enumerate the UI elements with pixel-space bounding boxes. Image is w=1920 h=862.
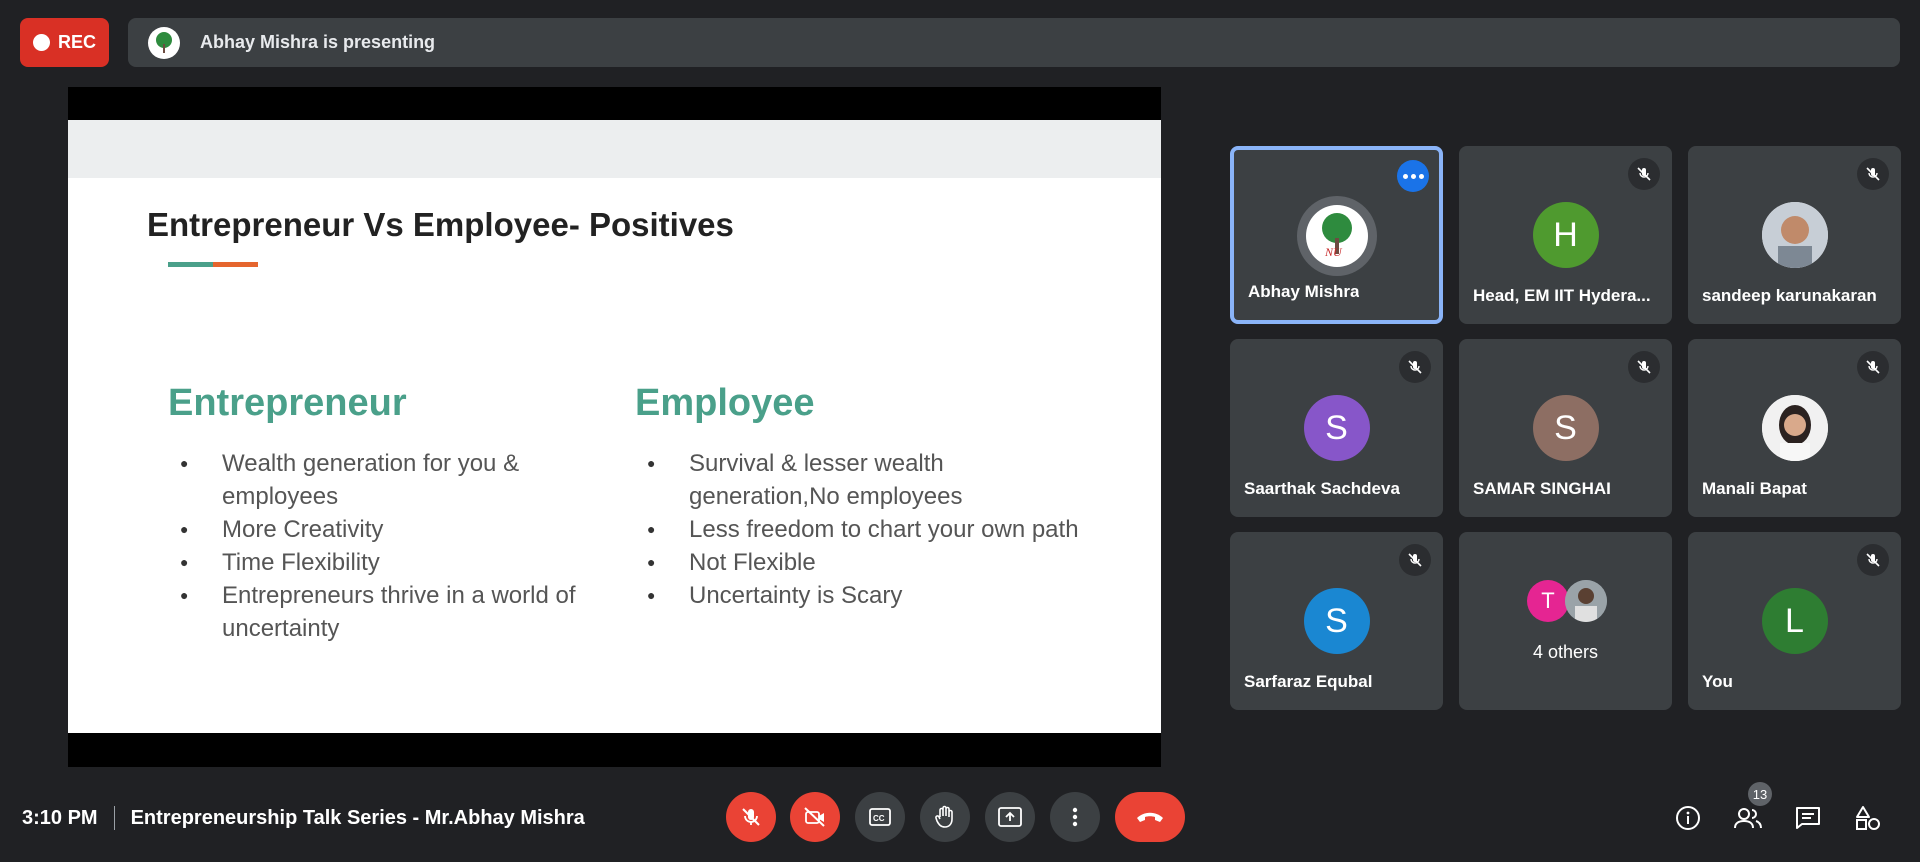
present-screen-icon (998, 807, 1022, 827)
participant-name: Abhay Mishra (1248, 282, 1360, 301)
presenting-text: Abhay Mishra is presenting (200, 32, 436, 52)
more-options-icon[interactable] (1397, 160, 1429, 192)
svg-text:NU: NU (1324, 245, 1343, 259)
hand-icon (935, 805, 953, 828)
slide: Entrepreneur Vs Employee- Positives Entr… (68, 120, 1161, 733)
meeting-title: Entrepreneurship Talk Series - Mr.Abhay … (130, 806, 585, 829)
meeting-info: 3:10 PM Entrepreneurship Talk Series - M… (22, 806, 585, 830)
divider (113, 806, 115, 830)
captions-button[interactable]: CC (855, 792, 905, 842)
avatar: NU (1296, 196, 1377, 276)
participant-tile-head-em[interactable]: H Head, EM IIT Hydera... (1459, 146, 1672, 324)
clock-time: 3:10 PM (22, 806, 98, 829)
presenting-bar: Abhay Mishra is presenting (128, 18, 1900, 67)
column-heading: Employee (635, 382, 815, 424)
avatar (1761, 202, 1828, 268)
participant-tile-manali[interactable]: Manali Bapat (1688, 339, 1901, 517)
others-count-label: 4 others (1532, 642, 1599, 662)
more-options-button[interactable] (1050, 792, 1100, 842)
bullet-item: Entrepreneurs thrive in a world of uncer… (168, 579, 628, 645)
mic-off-icon (742, 808, 760, 826)
bullet-item: Less freedom to chart your own path (635, 513, 1095, 546)
avatar (1761, 395, 1828, 461)
participant-tile-you[interactable]: L You (1688, 532, 1901, 710)
closed-captions-icon: CC (869, 808, 891, 826)
raise-hand-button[interactable] (920, 792, 970, 842)
mic-toggle-button[interactable] (726, 792, 776, 842)
bullet-item: Time Flexibility (168, 546, 628, 579)
avatar: T (1527, 580, 1569, 622)
slide-header-band (68, 120, 1161, 178)
bullet-item: Survival & lesser wealth generation,No e… (635, 447, 1095, 513)
mic-off-icon (1628, 158, 1660, 190)
participant-name: SAMAR SINGHAI (1473, 479, 1611, 498)
slide-title: Entrepreneur Vs Employee- Positives (147, 206, 734, 243)
activities-icon[interactable] (1850, 800, 1886, 836)
presenter-logo-icon (148, 26, 180, 59)
bullet-item: Wealth generation for you & employees (168, 447, 628, 513)
participant-tile-others[interactable]: T 4 others (1459, 532, 1672, 710)
mic-off-icon (1628, 351, 1660, 383)
mic-off-icon (1399, 544, 1431, 576)
participant-tile-sandeep[interactable]: sandeep karunakaran (1688, 146, 1901, 324)
presentation-stage[interactable]: Entrepreneur Vs Employee- Positives Entr… (68, 87, 1161, 767)
camera-off-icon (804, 807, 825, 827)
camera-toggle-button[interactable] (790, 792, 840, 842)
tree-logo-icon: NU (1305, 205, 1368, 267)
participant-name: You (1702, 672, 1733, 691)
avatar: L (1761, 588, 1828, 654)
present-screen-button[interactable] (985, 792, 1035, 842)
hang-up-icon (1137, 812, 1163, 822)
meeting-details-icon[interactable] (1670, 800, 1706, 836)
slide-title-underline (168, 262, 258, 267)
entrepreneur-column: Entrepreneur Wealth generation for you &… (168, 382, 628, 645)
participant-name: Manali Bapat (1702, 479, 1807, 498)
avatar (1565, 580, 1607, 622)
participant-name: Head, EM IIT Hydera... (1473, 286, 1651, 305)
svg-text:CC: CC (873, 814, 885, 823)
participant-tile-saarthak[interactable]: S Saarthak Sachdeva (1230, 339, 1443, 517)
mic-off-icon (1399, 351, 1431, 383)
bullet-item: Not Flexible (635, 546, 1095, 579)
mic-off-icon (1857, 544, 1889, 576)
participant-name: Saarthak Sachdeva (1244, 479, 1400, 498)
mic-off-icon (1857, 158, 1889, 190)
chat-icon[interactable] (1790, 800, 1826, 836)
bullet-item: More Creativity (168, 513, 628, 546)
employee-column: Employee Survival & lesser wealth genera… (635, 382, 1095, 612)
record-dot-icon (32, 34, 50, 51)
leave-call-button[interactable] (1115, 792, 1185, 842)
avatar: H (1532, 202, 1599, 268)
avatar: S (1532, 395, 1599, 461)
rec-label: REC (57, 32, 96, 52)
mic-off-icon (1857, 351, 1889, 383)
column-heading: Entrepreneur (168, 382, 407, 424)
participant-name: sandeep karunakaran (1702, 286, 1877, 305)
participant-tile-abhay-mishra[interactable]: NU Abhay Mishra (1230, 146, 1443, 324)
avatar: S (1303, 588, 1370, 654)
avatar: S (1303, 395, 1370, 461)
participant-name: Sarfaraz Equbal (1244, 672, 1373, 691)
more-vert-icon (1072, 807, 1078, 827)
participant-tile-sarfaraz[interactable]: S Sarfaraz Equbal (1230, 532, 1443, 710)
participant-tile-samar[interactable]: S SAMAR SINGHAI (1459, 339, 1672, 517)
bullet-item: Uncertainty is Scary (635, 579, 1095, 612)
recording-indicator[interactable]: REC (20, 18, 109, 67)
others-avatars: T (1527, 580, 1607, 622)
people-count-badge: 13 (1748, 782, 1772, 806)
